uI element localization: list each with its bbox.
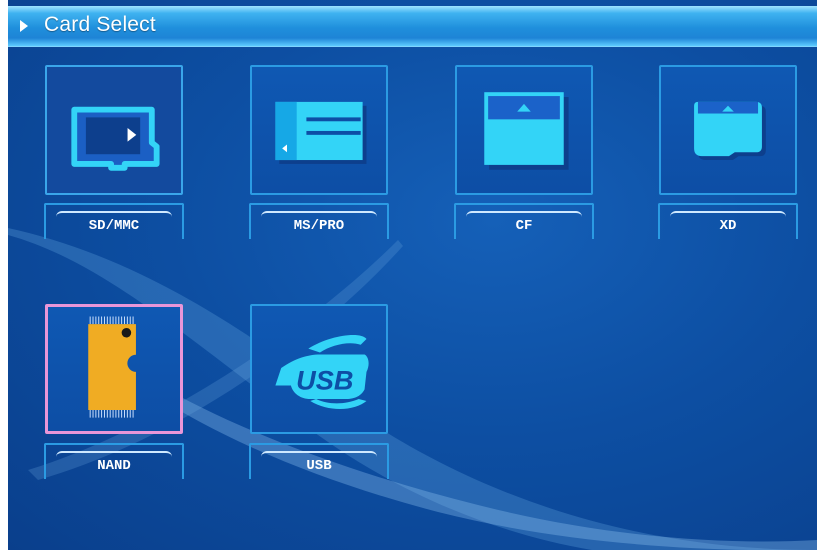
card-label: NAND — [97, 458, 131, 474]
nand-label-box[interactable]: NAND — [44, 443, 184, 479]
label-bar — [261, 211, 377, 217]
label-bar — [261, 451, 377, 457]
xd-label-box[interactable]: XD — [658, 203, 798, 239]
label-bar — [56, 211, 172, 217]
label-bar — [56, 451, 172, 457]
sd-mmc-label-box[interactable]: SD/MMC — [44, 203, 184, 239]
card-label: CF — [515, 218, 533, 234]
cf-label-box[interactable]: CF — [454, 203, 594, 239]
memory-stick-icon — [275, 101, 367, 164]
card-label: MS/PRO — [293, 218, 345, 234]
label-bar — [466, 211, 582, 217]
page-title: Card Select — [44, 13, 156, 36]
ms-pro-label-box[interactable]: MS/PRO — [249, 203, 389, 239]
sd-mmc-card-tile[interactable] — [45, 65, 183, 195]
card-select-screen: Card Select SD/MMC MS/PRO CF XD NAND USB… — [8, 0, 817, 550]
label-bar — [670, 211, 786, 217]
cf-card-tile[interactable] — [455, 65, 593, 195]
ms-pro-card-tile[interactable] — [250, 65, 388, 195]
cf-card-icon — [484, 92, 569, 170]
play-arrow-icon — [20, 20, 28, 32]
usb-logo-icon: USB — [275, 335, 369, 409]
nand-chip-icon — [88, 316, 136, 418]
nand-card-tile[interactable] — [45, 304, 183, 434]
sd-card-icon — [71, 106, 160, 171]
xd-card-icon — [694, 101, 766, 161]
xd-card-tile[interactable] — [659, 65, 797, 195]
card-label: USB — [306, 458, 332, 474]
usb-logo-text: USB — [296, 364, 353, 395]
title-bar: Card Select — [8, 6, 817, 47]
card-label: SD/MMC — [88, 218, 140, 234]
usb-label-box[interactable]: USB — [249, 443, 389, 479]
usb-device-tile[interactable]: USB — [250, 304, 388, 434]
card-label: XD — [719, 218, 737, 234]
